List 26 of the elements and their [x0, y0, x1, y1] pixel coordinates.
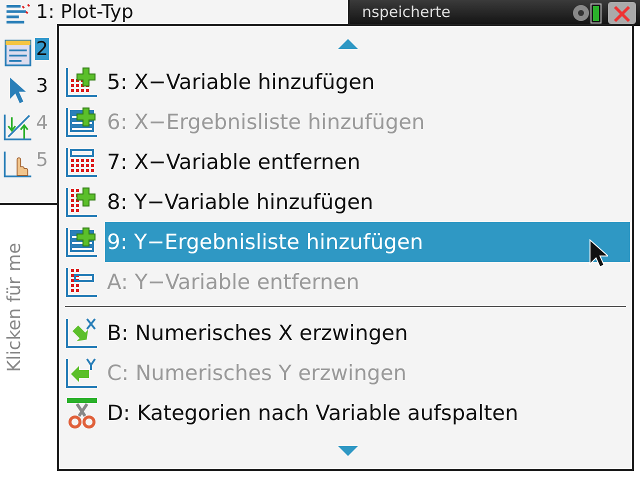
- menu-item[interactable]: 2: [35, 38, 50, 60]
- submenu-item[interactable]: 8: Y−Variable hinzufügen: [105, 182, 630, 222]
- plus-dots-icon: [65, 184, 99, 219]
- submenu-item[interactable]: D: Kategorien nach Variable aufspalten: [105, 393, 630, 434]
- scroll-down-icon[interactable]: [337, 445, 359, 458]
- hint-text: Klicken für me: [4, 242, 26, 372]
- arrows-icon: [3, 112, 33, 142]
- table-icon: [3, 38, 33, 68]
- battery-icon: [590, 2, 602, 24]
- axis-arrow-icon: [65, 356, 99, 390]
- submenu-item[interactable]: 7: X−Variable entfernen: [105, 142, 630, 182]
- scroll-up-icon[interactable]: [337, 38, 359, 50]
- axis-arrow-icon: [65, 316, 99, 350]
- plus-dots-icon: [65, 64, 99, 99]
- close-icon[interactable]: [608, 2, 636, 24]
- submenu-item[interactable]: B: Numerisches X erzwingen: [105, 313, 630, 354]
- menu-item[interactable]: 3: [35, 75, 50, 97]
- plus-table-icon: [65, 104, 99, 139]
- plus-table-icon: [65, 224, 99, 259]
- scissors-icon: [65, 396, 99, 430]
- document-title: nspeicherte: [362, 3, 450, 21]
- submenu-item[interactable]: 5: X−Variable hinzufügen: [105, 62, 630, 102]
- mouse-pointer-icon: [588, 238, 608, 270]
- gear-icon: [570, 2, 592, 24]
- hand-icon: [3, 149, 33, 179]
- menu-item[interactable]: 1: Plot-Typ: [35, 1, 134, 23]
